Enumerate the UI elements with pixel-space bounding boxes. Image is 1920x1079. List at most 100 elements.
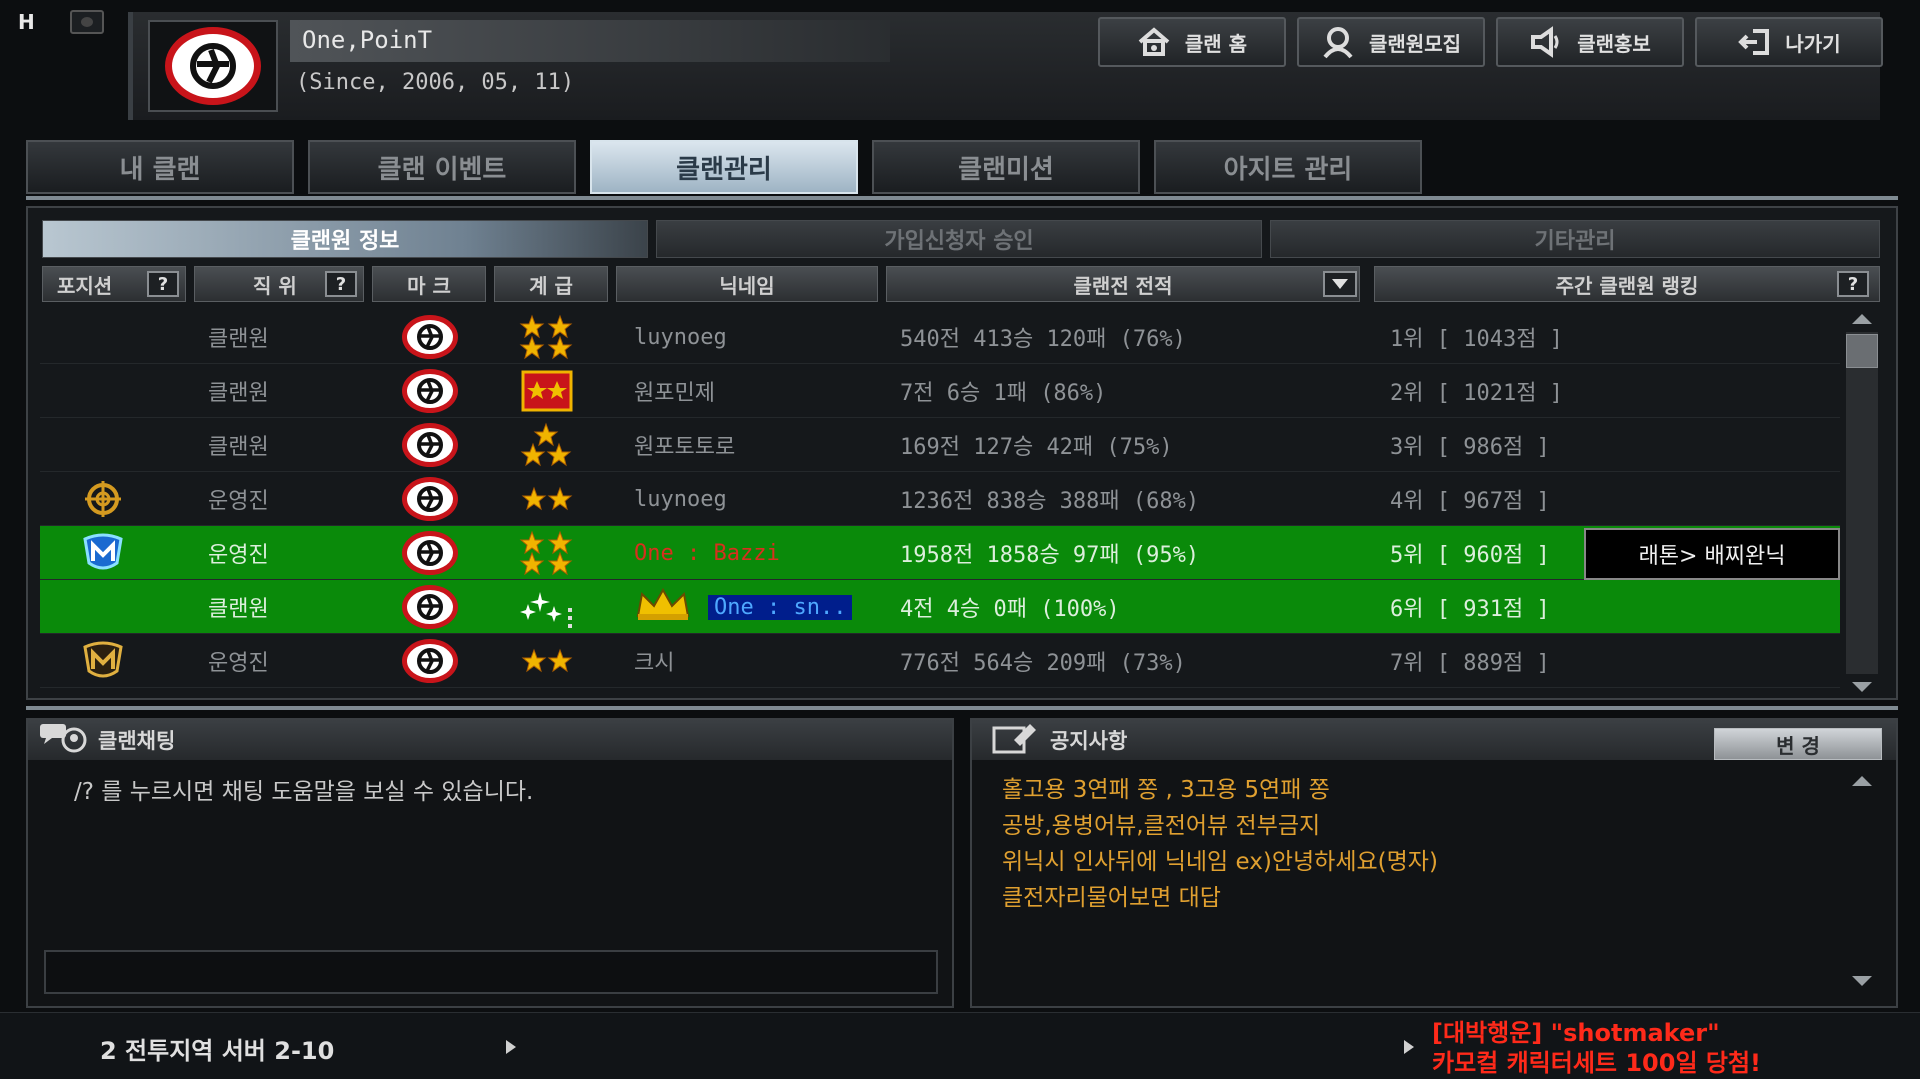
clan-mark-icon <box>402 639 458 683</box>
col-weekly-ranking: 주간 클랜원 랭킹 ? <box>1374 266 1880 302</box>
section-divider <box>26 706 1898 710</box>
exit-button[interactable]: 나가기 <box>1695 17 1883 67</box>
subtab-member-info[interactable]: 클랜원 정보 <box>42 220 648 258</box>
member-record: 169전 127승 42패 (75%) <box>900 435 1173 460</box>
clan-founded-date: (Since, 2006, 05, 11) <box>296 70 575 95</box>
member-row[interactable]: 클랜원 One : sn.. 4전 4승 0패 (100%) 6위 [ 931점… <box>40 580 1840 634</box>
tab-clan-management[interactable]: 클랜관리 <box>590 140 858 194</box>
clan-mark-icon <box>402 423 458 467</box>
member-tooltip: 래톤> 배찌완닉 <box>1584 528 1840 580</box>
ticker-line-1: [대박행운] "shotmaker" <box>1432 1019 1720 1047</box>
member-ranking: 7위 [ 889점 ] <box>1390 651 1550 676</box>
exit-icon <box>1737 25 1771 59</box>
member-row[interactable]: 운영진 크시 776전 564승 209패 (73%) 7위 [ 889점 ] <box>40 634 1840 688</box>
crown-icon <box>634 586 692 628</box>
member-row-selected[interactable]: 운영진 One : Bazzi 1958전 1858승 97패 (95%) 5위… <box>40 526 1840 580</box>
window-letter-label: H <box>18 10 35 34</box>
red-two-stars-icon <box>516 368 578 414</box>
tab-divider <box>26 196 1898 200</box>
member-record: 7전 6승 1패 (86%) <box>900 381 1107 406</box>
server-location: 2 전투지역 서버 2-10 <box>100 1037 335 1065</box>
two-stars-icon <box>516 638 578 684</box>
gold-m-badge-icon <box>80 641 126 681</box>
member-ranking: 2위 [ 1021점 ] <box>1390 381 1563 406</box>
tab-clan-mission[interactable]: 클랜미션 <box>872 140 1140 194</box>
col-position: 포지션 ? <box>42 266 186 302</box>
member-nickname: luynoeg <box>634 324 727 350</box>
ranking-help-button[interactable]: ? <box>1837 271 1869 297</box>
member-role: 클랜원 <box>208 381 269 406</box>
member-row[interactable]: 클랜원 원포민제 7전 6승 1패 (86%) 2위 [ 1021점 ] <box>40 364 1840 418</box>
member-nickname: 원포민제 <box>634 381 715 406</box>
col-position-label: 포지션 <box>57 273 113 298</box>
member-record: 1958전 1858승 97패 (95%) <box>900 543 1200 568</box>
tab-my-clan[interactable]: 내 클랜 <box>26 140 294 194</box>
clan-mark-icon <box>402 531 458 575</box>
subtab-applicant-approval[interactable]: 가입신청자 승인 <box>656 220 1262 258</box>
col-mark: 마 크 <box>372 266 486 302</box>
notice-change-button[interactable]: 변 경 <box>1714 728 1882 760</box>
chat-help-message: /? 를 누르시면 채팅 도움말을 보실 수 있습니다. <box>74 779 534 805</box>
clan-promo-button[interactable]: 클랜홍보 <box>1496 17 1684 67</box>
col-clan-record-label: 클랜전 전적 <box>1073 273 1173 298</box>
sparkle-stars-icon <box>516 584 578 630</box>
home-icon <box>1137 25 1171 59</box>
ticker-line-2: 카모컬 캐릭터세트 100일 당첨! <box>1432 1049 1761 1077</box>
clan-home-button[interactable]: 클랜 홈 <box>1098 17 1286 67</box>
col-nickname: 닉네임 <box>616 266 878 302</box>
col-clan-record: 클랜전 전적 <box>886 266 1360 302</box>
announcement-ticker: [대박행운] "shotmaker" 카모컬 캐릭터세트 100일 당첨! <box>1432 1018 1761 1078</box>
clan-mark-icon <box>402 477 458 521</box>
clan-name: One,PoinT <box>302 26 433 54</box>
col-rank: 계 급 <box>494 266 608 302</box>
chat-icon <box>38 720 88 761</box>
chat-input[interactable] <box>44 950 938 994</box>
clan-chat-header: 클랜채팅 <box>28 720 952 760</box>
clan-chat-title: 클랜채팅 <box>98 729 176 753</box>
tab-hideout-management[interactable]: 아지트 관리 <box>1154 140 1422 194</box>
three-stars-icon <box>516 422 578 468</box>
scroll-track[interactable] <box>1846 332 1878 674</box>
member-role: 운영진 <box>208 651 269 676</box>
clan-promo-label: 클랜홍보 <box>1577 31 1651 56</box>
chevron-down-icon <box>1332 279 1348 289</box>
scroll-up-icon[interactable] <box>1852 314 1872 324</box>
window-toggle-button[interactable] <box>70 10 104 34</box>
member-role: 클랜원 <box>208 435 269 460</box>
ticker-arrow-icon[interactable] <box>1404 1040 1414 1054</box>
scroll-down-icon[interactable] <box>1852 682 1872 692</box>
member-record: 540전 413승 120패 (76%) <box>900 327 1186 352</box>
two-stars-icon <box>516 476 578 522</box>
record-sort-button[interactable] <box>1323 271 1357 297</box>
server-arrow-icon[interactable] <box>506 1040 516 1054</box>
position-help-button[interactable]: ? <box>147 271 179 297</box>
member-ranking: 3위 [ 986점 ] <box>1390 435 1550 460</box>
member-row[interactable]: 클랜원 원포토토로 169전 127승 42패 (75%) 3위 [ 986점 … <box>40 418 1840 472</box>
member-ranking: 4위 [ 967점 ] <box>1390 489 1550 514</box>
col-role-label: 직 위 <box>253 273 297 298</box>
role-help-button[interactable]: ? <box>325 271 357 297</box>
four-stars-icon <box>516 314 578 360</box>
member-ranking: 5위 [ 960점 ] <box>1390 543 1550 568</box>
four-stars-icon <box>516 530 578 576</box>
member-ranking: 6위 [ 931점 ] <box>1390 597 1550 622</box>
member-row[interactable]: 클랜원 luynoeg 540전 413승 120패 (76%) 1위 [ 10… <box>40 310 1840 364</box>
notice-icon <box>990 720 1040 761</box>
tab-clan-event[interactable]: 클랜 이벤트 <box>308 140 576 194</box>
subtab-other-management[interactable]: 기타관리 <box>1270 220 1880 258</box>
clan-recruit-label: 클랜원모집 <box>1369 31 1461 56</box>
clan-mark-icon <box>402 315 458 359</box>
notice-line: 공방,용병어뷰,클전어뷰 전부금지 <box>1002 813 1321 839</box>
scroll-thumb[interactable] <box>1846 334 1878 368</box>
notice-title: 공지사항 <box>1050 729 1128 753</box>
notice-scroll-down-icon[interactable] <box>1852 976 1872 986</box>
notice-line: 위닉시 인사뒤에 닉네임 ex)안녕하세요(명자) <box>1002 849 1438 875</box>
member-role: 운영진 <box>208 489 269 514</box>
clan-recruit-button[interactable]: 클랜원모집 <box>1297 17 1485 67</box>
member-record: 776전 564승 209패 (73%) <box>900 651 1186 676</box>
member-list-scrollbar[interactable] <box>1844 310 1880 696</box>
notice-scroll-up-icon[interactable] <box>1852 776 1872 786</box>
member-nickname: 크시 <box>634 651 675 676</box>
member-row[interactable]: 운영진 luynoeg 1236전 838승 388패 (68%) 4위 [ 9… <box>40 472 1840 526</box>
notice-line: 클전자리물어보면 대답 <box>1002 885 1221 911</box>
